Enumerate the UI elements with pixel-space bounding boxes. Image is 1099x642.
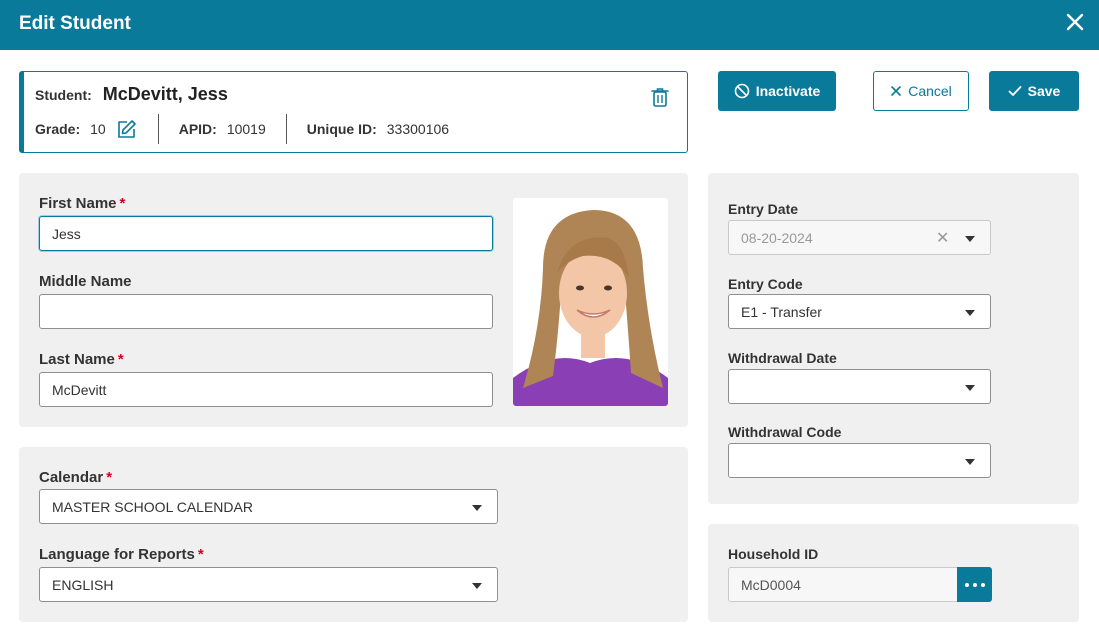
apid-value: 10019 (226, 121, 266, 137)
divider (157, 114, 159, 144)
entry-date-value: 08-20-2024 (741, 229, 813, 246)
household-lookup-button[interactable] (957, 567, 992, 602)
save-label: Save (1027, 83, 1061, 99)
close-icon (891, 86, 902, 96)
dialog-header: Edit Student (0, 0, 1099, 50)
inactivate-button[interactable]: Inactivate (718, 71, 836, 111)
unique-id-label: Unique ID: (306, 121, 377, 137)
entry-code-value: E1 - Transfer (741, 303, 822, 320)
language-label-text: Language for Reports (39, 546, 195, 563)
entry-date-picker[interactable]: 08-20-2024 ✕ (728, 220, 991, 255)
student-name: McDevitt, Jess (102, 84, 228, 104)
calendar-label: Calendar * (39, 469, 112, 486)
apid-label: APID: (178, 121, 217, 137)
divider (285, 114, 287, 144)
household-id-label: Household ID (728, 546, 819, 562)
inactivate-label: Inactivate (755, 83, 821, 99)
more-dot (964, 582, 969, 587)
calendar-select-value: MASTER SCHOOL CALENDAR (52, 498, 253, 515)
withdrawal-date-label: Withdrawal Date (728, 350, 837, 366)
more-dot (980, 582, 985, 587)
last-name-input[interactable]: McDevitt (39, 372, 493, 407)
cancel-button[interactable]: Cancel (873, 71, 969, 111)
first-name-label-text: First Name (39, 195, 117, 212)
entry-code-select[interactable]: E1 - Transfer (728, 294, 991, 329)
close-icon[interactable] (1064, 11, 1086, 33)
middle-name-input[interactable] (39, 294, 493, 329)
trash-icon[interactable] (650, 86, 670, 108)
cancel-label: Cancel (908, 83, 952, 99)
last-name-label: Last Name * (39, 351, 124, 368)
language-select-value: ENGLISH (52, 576, 114, 593)
household-id-input[interactable]: McD0004 (728, 567, 958, 602)
chevron-down-icon (472, 505, 482, 511)
student-label: Student: (35, 87, 92, 103)
required-mark: * (197, 546, 204, 563)
middle-name-label: Middle Name (39, 273, 132, 290)
withdrawal-date-picker[interactable] (728, 369, 991, 404)
chevron-down-icon (472, 583, 482, 589)
chevron-down-icon (965, 310, 975, 316)
calendar-label-text: Calendar (39, 469, 104, 486)
dialog-title: Edit Student (19, 13, 131, 34)
chevron-down-icon (965, 385, 975, 391)
more-dot (972, 582, 977, 587)
first-name-input[interactable]: Jess (39, 216, 493, 251)
chevron-down-icon (965, 459, 975, 465)
language-select[interactable]: ENGLISH (39, 567, 498, 602)
unique-id-value: 33300106 (386, 121, 450, 137)
language-label: Language for Reports * (39, 546, 204, 563)
edit-grade-icon[interactable] (116, 118, 138, 140)
first-name-label: First Name * (39, 195, 125, 212)
student-summary-card: Student: McDevitt, Jess Grade: 10 APID: … (19, 71, 688, 153)
grade-value: 10 (90, 121, 106, 137)
chevron-down-icon[interactable] (965, 236, 975, 242)
save-button[interactable]: Save (989, 71, 1079, 111)
withdrawal-code-label: Withdrawal Code (728, 424, 842, 440)
entry-date-label: Entry Date (728, 201, 799, 217)
withdrawal-code-select[interactable] (728, 443, 991, 478)
ban-icon (734, 83, 750, 99)
required-mark: * (106, 469, 113, 486)
clear-icon[interactable]: ✕ (936, 228, 949, 248)
check-icon (1008, 86, 1022, 96)
required-mark: * (119, 195, 126, 212)
last-name-label-text: Last Name (39, 351, 115, 368)
required-mark: * (117, 351, 124, 368)
entry-code-label: Entry Code (728, 276, 803, 292)
grade-label: Grade: (35, 121, 81, 137)
calendar-select[interactable]: MASTER SCHOOL CALENDAR (39, 489, 498, 524)
student-photo[interactable] (513, 198, 668, 406)
